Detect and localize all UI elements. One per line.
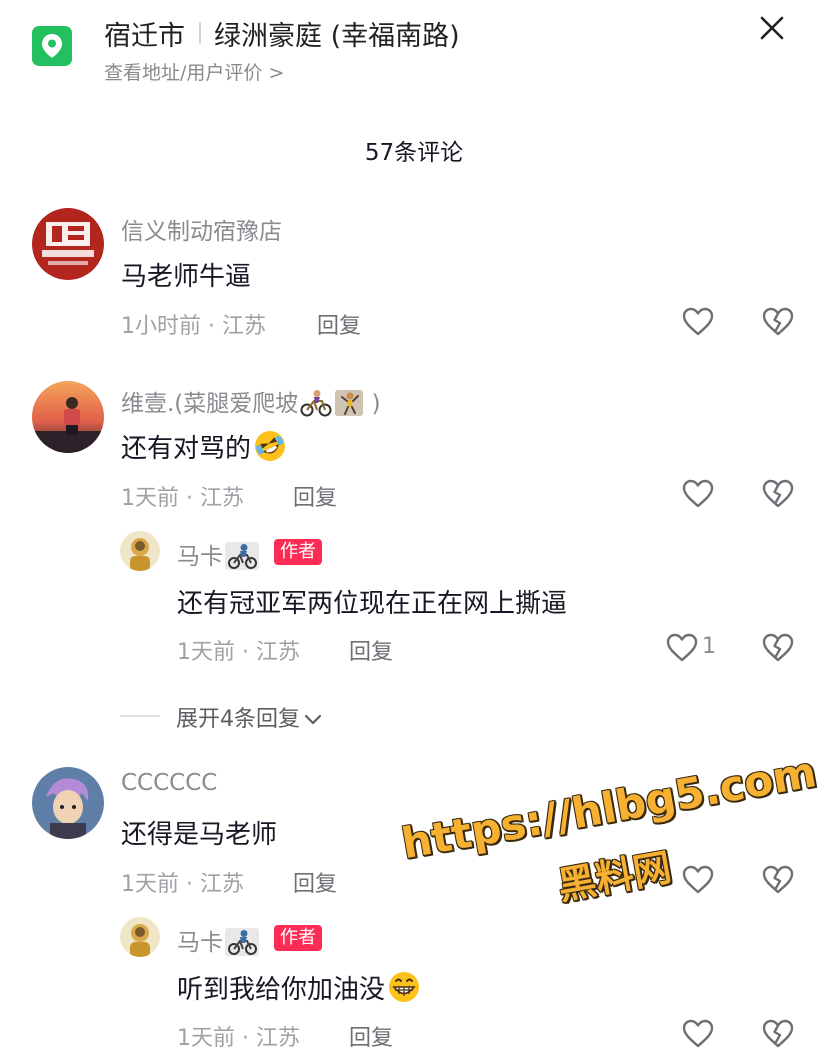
like-count: 1 bbox=[702, 634, 716, 659]
avatar[interactable] bbox=[32, 208, 104, 280]
broken-heart-icon[interactable] bbox=[761, 631, 795, 665]
author-badge: 作者 bbox=[274, 925, 322, 951]
reply-text: 听到我给你加油没 bbox=[177, 969, 421, 1006]
view-address-link[interactable]: 查看地址/用户评价 > bbox=[104, 58, 284, 85]
location-pin-icon bbox=[32, 26, 72, 66]
broken-heart-icon[interactable] bbox=[761, 1017, 795, 1051]
comment-text: 还得是马老师 bbox=[121, 820, 278, 850]
broken-heart-icon[interactable] bbox=[761, 477, 795, 511]
username-text: 马卡 bbox=[177, 544, 223, 570]
grin-emoji bbox=[389, 972, 420, 1002]
comment-username[interactable]: CCCCCC bbox=[121, 770, 217, 796]
expand-label: 展开4条回复 bbox=[176, 707, 300, 732]
comment-username[interactable]: 维壹.(菜腿爱爬坡 ) bbox=[121, 384, 381, 418]
comments-count: 57条评论 bbox=[364, 140, 464, 166]
broken-heart-icon[interactable] bbox=[761, 305, 795, 339]
reply-meta: 1天前 · 江苏 bbox=[177, 640, 300, 665]
reply-button[interactable]: 回复 bbox=[349, 1020, 393, 1052]
comment-meta: 1天前 · 江苏 bbox=[121, 486, 244, 511]
cyclist-emoji bbox=[225, 928, 259, 956]
reply-text: 还有冠亚军两位现在正在网上撕逼 bbox=[177, 589, 568, 619]
reply-button[interactable]: 回复 bbox=[317, 308, 361, 340]
city-name[interactable]: 宿迁市 bbox=[104, 14, 185, 53]
comment-text: 马老师牛逼 bbox=[121, 262, 252, 292]
heart-icon[interactable] bbox=[665, 631, 699, 665]
comment-meta: 1小时前 · 江苏 bbox=[121, 314, 266, 339]
heart-icon[interactable] bbox=[681, 477, 715, 511]
heart-icon[interactable] bbox=[681, 305, 715, 339]
broken-heart-icon[interactable] bbox=[761, 863, 795, 897]
author-badge: 作者 bbox=[274, 539, 322, 565]
avatar[interactable] bbox=[120, 531, 160, 571]
chevron-down-icon bbox=[304, 714, 322, 725]
cyclist-emoji bbox=[225, 542, 259, 570]
close-icon[interactable] bbox=[756, 12, 788, 44]
poi-header: 宿迁市 绿洲豪庭 (幸福南路) 查看地址/用户评价 > bbox=[0, 0, 828, 100]
reply-username[interactable]: 马卡 bbox=[177, 923, 259, 957]
reply-text-content: 听到我给你加油没 bbox=[177, 975, 386, 1005]
watermark-site: 黑料网 bbox=[554, 845, 675, 909]
reply-button[interactable]: 回复 bbox=[349, 634, 393, 666]
expand-replies-button[interactable]: 展开4条回复 bbox=[176, 701, 324, 733]
heart-icon[interactable] bbox=[681, 863, 715, 897]
title-divider bbox=[199, 22, 201, 44]
climber-emoji bbox=[335, 390, 364, 416]
comment-meta: 1天前 · 江苏 bbox=[121, 872, 244, 897]
reply-username[interactable]: 马卡 bbox=[177, 537, 259, 571]
avatar[interactable] bbox=[32, 381, 104, 453]
comment-text-content: 还有对骂的 bbox=[121, 434, 252, 464]
comment-username[interactable]: 信义制动宿豫店 bbox=[121, 212, 282, 246]
rofl-emoji bbox=[255, 431, 286, 461]
avatar[interactable] bbox=[32, 767, 104, 839]
place-name[interactable]: 绿洲豪庭 (幸福南路) bbox=[214, 14, 460, 53]
reply-button[interactable]: 回复 bbox=[293, 866, 337, 898]
avatar[interactable] bbox=[120, 917, 160, 957]
cyclist-emoji bbox=[300, 390, 332, 417]
heart-icon[interactable] bbox=[681, 1017, 715, 1051]
reply-button[interactable]: 回复 bbox=[293, 480, 337, 512]
username-suffix: ) bbox=[371, 391, 381, 417]
reply-meta: 1天前 · 江苏 bbox=[177, 1026, 300, 1051]
username-text: 维壹.(菜腿爱爬坡 bbox=[121, 391, 299, 417]
expand-divider bbox=[120, 715, 160, 717]
comment-text: 还有对骂的 bbox=[121, 428, 287, 465]
username-text: 马卡 bbox=[177, 930, 223, 956]
